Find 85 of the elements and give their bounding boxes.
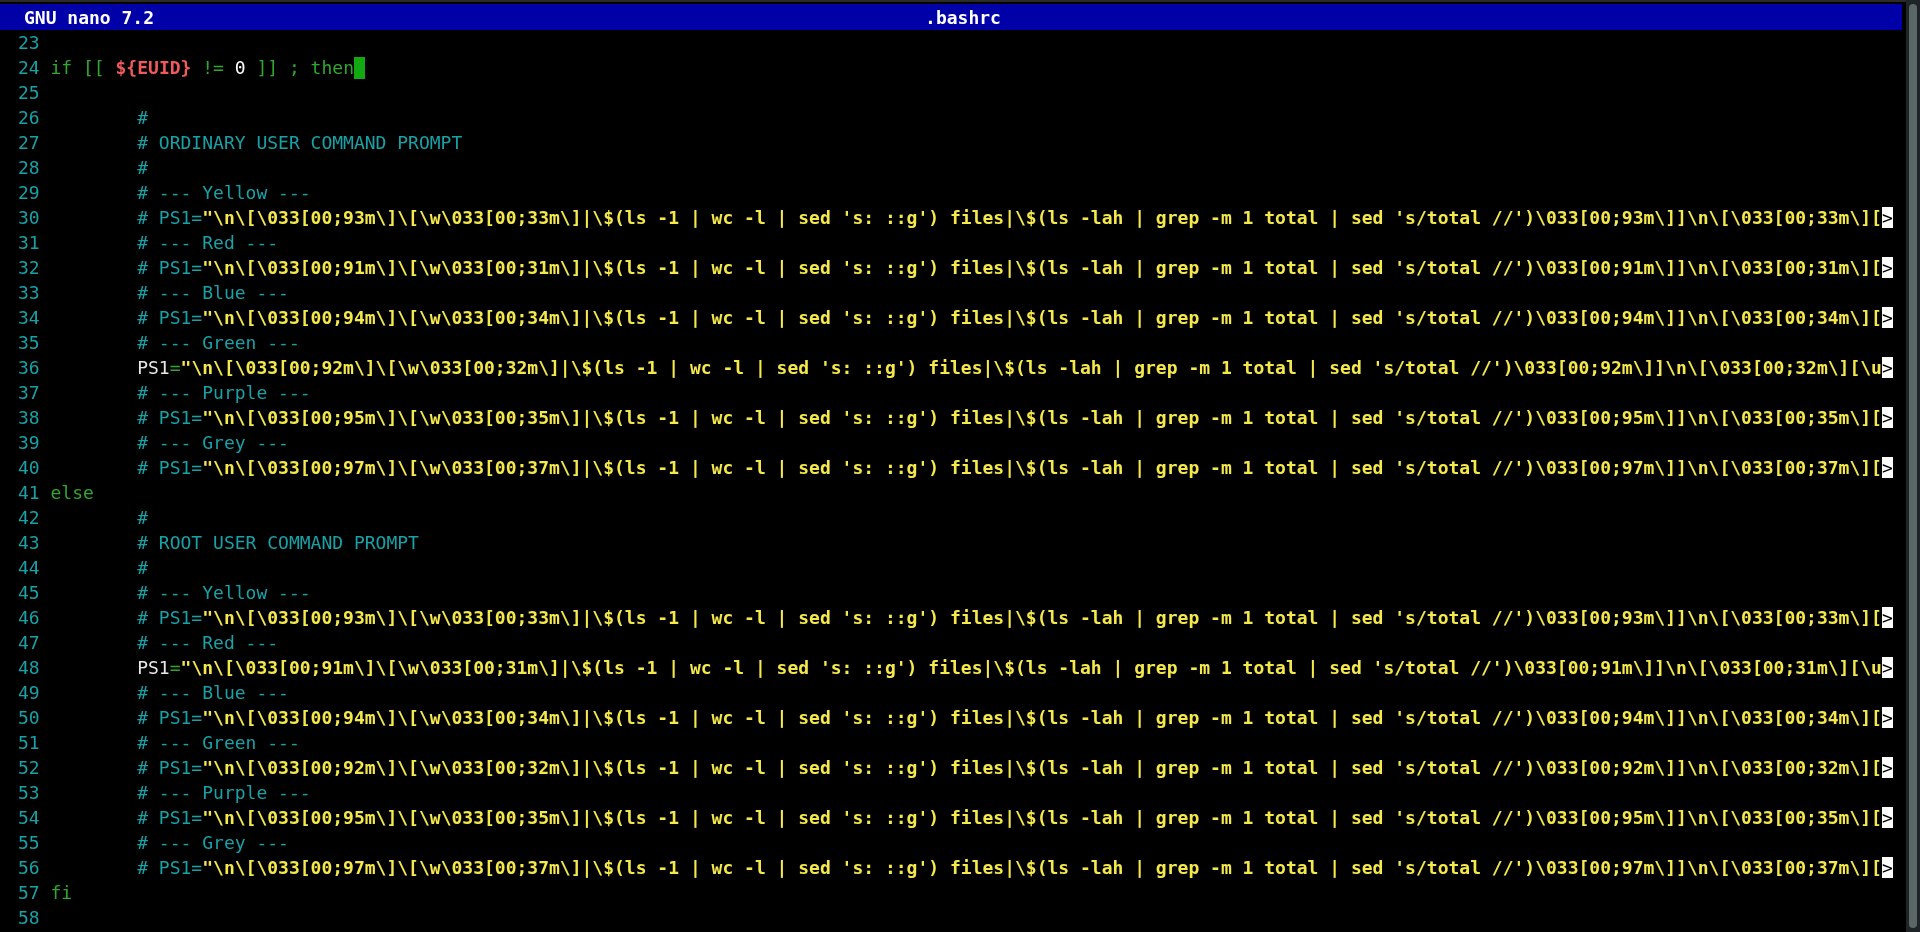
line-number: 23 bbox=[18, 32, 41, 53]
code-line: # PS1="\n\[\033[00;93m\]\[\w\033[00;33m\]|\$(ls -1 | wc -l | sed 's: ::g') files|\$(ls -lah | grep -m 1 total | sed 's/total //')\033[00;93m\]]\n\[\033[00;33m\][ bbox=[137, 207, 1882, 228]
code-line: # bbox=[137, 107, 149, 128]
overflow-marker: > bbox=[1881, 407, 1893, 428]
code-line: if [[ ${EUID} != 0 ]] ; then bbox=[50, 57, 354, 78]
code-line: # bbox=[137, 157, 149, 178]
line-number: 48 bbox=[18, 657, 41, 678]
line-number: 32 bbox=[18, 257, 41, 278]
line-number: 26 bbox=[18, 107, 41, 128]
code-line: # PS1="\n\[\033[00;92m\]\[\w\033[00;32m\]|\$(ls -1 | wc -l | sed 's: ::g') files|\$(ls -lah | grep -m 1 total | sed 's/total //')\033[00;92m\]]\n\[\033[00;32m\][ bbox=[137, 757, 1882, 778]
line-number: 52 bbox=[18, 757, 41, 778]
file-name: .bashrc bbox=[925, 6, 1001, 28]
line-number: 24 bbox=[18, 57, 41, 78]
line-number: 43 bbox=[18, 532, 41, 553]
code-line: PS1="\n\[\033[00;92m\]\[\w\033[00;32m\]|\$(ls -1 | wc -l | sed 's: ::g') files|\$(ls -lah | grep -m 1 total | sed 's/total //')\033[00;92m\]]\n\[\033[00;32m\][\u bbox=[137, 357, 1882, 378]
code-line: # PS1="\n\[\033[00;94m\]\[\w\033[00;34m\]|\$(ls -1 | wc -l | sed 's: ::g') files|\$(ls -lah | grep -m 1 total | sed 's/total //')\033[00;94m\]]\n\[\033[00;34m\][ bbox=[137, 307, 1882, 328]
code-line: PS1="\n\[\033[00;91m\]\[\w\033[00;31m\]|\$(ls -1 | wc -l | sed 's: ::g') files|\$(ls -lah | grep -m 1 total | sed 's/total //')\033[00;91m\]]\n\[\033[00;31m\][\u bbox=[137, 657, 1882, 678]
code-line: # --- Red --- bbox=[137, 232, 279, 253]
line-number: 46 bbox=[18, 607, 41, 628]
code-line: # PS1="\n\[\033[00;91m\]\[\w\033[00;31m\]|\$(ls -1 | wc -l | sed 's: ::g') files|\$(ls -lah | grep -m 1 total | sed 's/total //')\033[00;91m\]]\n\[\033[00;31m\][ bbox=[137, 257, 1882, 278]
overflow-marker: > bbox=[1881, 307, 1893, 328]
code-line: # --- Green --- bbox=[137, 332, 300, 353]
code-line: # --- Purple --- bbox=[137, 782, 311, 803]
overflow-marker: > bbox=[1881, 807, 1893, 828]
line-number: 39 bbox=[18, 432, 41, 453]
line-number: 54 bbox=[18, 807, 41, 828]
code-line: # PS1="\n\[\033[00;94m\]\[\w\033[00;34m\]|\$(ls -1 | wc -l | sed 's: ::g') files|\$(ls -lah | grep -m 1 total | sed 's/total //')\033[00;94m\]]\n\[\033[00;34m\][ bbox=[137, 707, 1882, 728]
code-line: # ROOT USER COMMAND PROMPT bbox=[137, 532, 419, 553]
code-line: # --- Red --- bbox=[137, 632, 279, 653]
line-number: 28 bbox=[18, 157, 41, 178]
line-number: 35 bbox=[18, 332, 41, 353]
overflow-marker: > bbox=[1881, 857, 1893, 878]
line-number: 53 bbox=[18, 782, 41, 803]
code-line: # --- Grey --- bbox=[137, 432, 289, 453]
overflow-marker: > bbox=[1881, 607, 1893, 628]
line-number: 55 bbox=[18, 832, 41, 853]
line-number: 30 bbox=[18, 207, 41, 228]
line-number: 25 bbox=[18, 82, 41, 103]
code-line: # PS1="\n\[\033[00;97m\]\[\w\033[00;37m\]|\$(ls -1 | wc -l | sed 's: ::g') files|\$(ls -lah | grep -m 1 total | sed 's/total //')\033[00;97m\]]\n\[\033[00;37m\][ bbox=[137, 457, 1882, 478]
code-line: # PS1="\n\[\033[00;95m\]\[\w\033[00;35m\]|\$(ls -1 | wc -l | sed 's: ::g') files|\$(ls -lah | grep -m 1 total | sed 's/total //')\033[00;95m\]]\n\[\033[00;35m\][ bbox=[137, 807, 1882, 828]
line-number: 42 bbox=[18, 507, 41, 528]
scrollbar[interactable] bbox=[1906, 0, 1920, 932]
line-number: 45 bbox=[18, 582, 41, 603]
line-number: 58 bbox=[18, 907, 41, 928]
overflow-marker: > bbox=[1881, 257, 1893, 278]
line-number: 44 bbox=[18, 557, 41, 578]
overflow-marker: > bbox=[1881, 207, 1893, 228]
line-number: 31 bbox=[18, 232, 41, 253]
line-number: 49 bbox=[18, 682, 41, 703]
line-number: 47 bbox=[18, 632, 41, 653]
line-number: 29 bbox=[18, 182, 41, 203]
code-line: # --- Grey --- bbox=[137, 832, 289, 853]
code-line: fi bbox=[50, 882, 73, 903]
overflow-marker: > bbox=[1881, 757, 1893, 778]
code-line: # --- Blue --- bbox=[137, 282, 289, 303]
code-line: # --- Blue --- bbox=[137, 682, 289, 703]
line-number: 38 bbox=[18, 407, 41, 428]
overflow-marker: > bbox=[1881, 357, 1893, 378]
overflow-marker: > bbox=[1881, 657, 1893, 678]
code-line: # --- Green --- bbox=[137, 732, 300, 753]
line-number: 57 bbox=[18, 882, 41, 903]
line-number: 41 bbox=[18, 482, 41, 503]
line-number: 51 bbox=[18, 732, 41, 753]
line-number: 33 bbox=[18, 282, 41, 303]
code-line: # --- Purple --- bbox=[137, 382, 311, 403]
line-number: 27 bbox=[18, 132, 41, 153]
code-line: # PS1="\n\[\033[00;93m\]\[\w\033[00;33m\]|\$(ls -1 | wc -l | sed 's: ::g') files|\$(ls -lah | grep -m 1 total | sed 's/total //')\033[00;93m\]]\n\[\033[00;33m\][ bbox=[137, 607, 1882, 628]
code-line: # PS1="\n\[\033[00;95m\]\[\w\033[00;35m\]|\$(ls -1 | wc -l | sed 's: ::g') files|\$(ls -lah | grep -m 1 total | sed 's/total //')\033[00;95m\]]\n\[\033[00;35m\][ bbox=[137, 407, 1882, 428]
line-number: 34 bbox=[18, 307, 41, 328]
line-number: 40 bbox=[18, 457, 41, 478]
overflow-marker: > bbox=[1881, 707, 1893, 728]
line-number: 50 bbox=[18, 707, 41, 728]
code-line: else bbox=[50, 482, 94, 503]
code-line: # bbox=[137, 507, 149, 528]
line-number: 37 bbox=[18, 382, 41, 403]
scrollbar-thumb[interactable] bbox=[1909, 4, 1917, 928]
app-name: GNU nano 7.2 bbox=[24, 6, 156, 28]
code-line: # PS1="\n\[\033[00;97m\]\[\w\033[00;37m\]|\$(ls -1 | wc -l | sed 's: ::g') files|\$(ls -lah | grep -m 1 total | sed 's/total //')\033[00;97m\]]\n\[\033[00;37m\][ bbox=[137, 857, 1882, 878]
code-line: # --- Yellow --- bbox=[137, 182, 311, 203]
line-number: 56 bbox=[18, 857, 41, 878]
code-line: # ORDINARY USER COMMAND PROMPT bbox=[137, 132, 463, 153]
overflow-marker: > bbox=[1881, 457, 1893, 478]
code-line: # bbox=[137, 557, 149, 578]
line-number: 36 bbox=[18, 357, 41, 378]
code-line: # --- Yellow --- bbox=[137, 582, 311, 603]
